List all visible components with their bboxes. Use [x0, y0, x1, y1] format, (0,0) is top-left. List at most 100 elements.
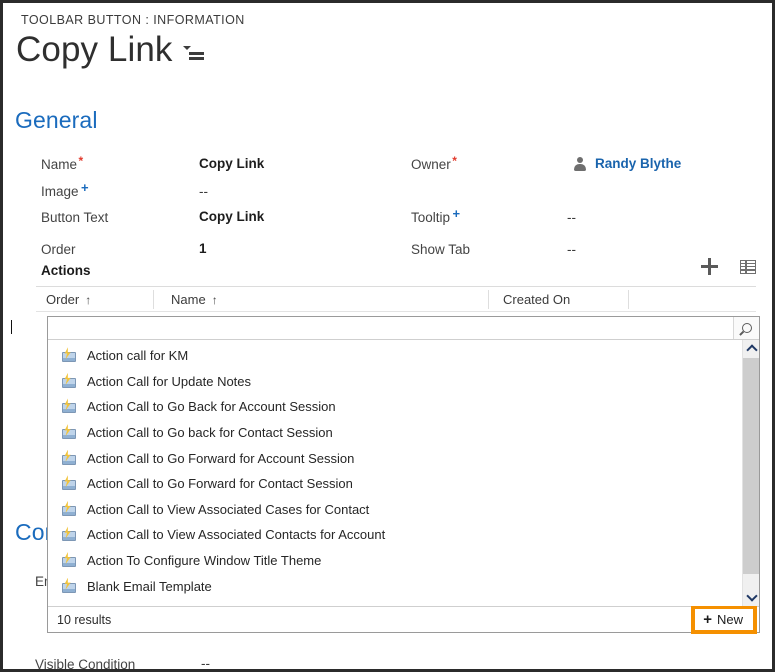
- list-item-label: Action Call to Go back for Contact Sessi…: [87, 425, 333, 441]
- field-value-show-tab[interactable]: --: [567, 242, 576, 257]
- new-button-label: New: [716, 612, 743, 627]
- lookup-results-list: Action call for KM Action Call for Updat…: [48, 340, 759, 606]
- optional-marker: +: [452, 206, 461, 221]
- action-call-icon: [61, 500, 78, 517]
- scroll-up-button[interactable]: [743, 340, 759, 357]
- field-value-owner[interactable]: Randy Blythe: [573, 156, 681, 171]
- list-item[interactable]: Action Call to View Associated Contacts …: [48, 522, 742, 548]
- column-divider: [488, 290, 489, 309]
- lookup-footer: 10 results + New: [48, 605, 759, 634]
- lookup-results-rows: Action call for KM Action Call for Updat…: [48, 340, 742, 606]
- result-count: 10 results: [57, 612, 112, 627]
- column-divider: [153, 290, 154, 309]
- list-item[interactable]: Action Call to Go back for Contact Sessi…: [48, 420, 742, 446]
- field-label-tooltip: Tooltip +: [411, 206, 461, 225]
- lookup-dropdown: Action call for KM Action Call for Updat…: [47, 316, 760, 634]
- search-icon: [739, 320, 754, 336]
- sort-asc-icon: ↑: [85, 292, 92, 307]
- plus-icon: +: [703, 611, 712, 628]
- field-label-order: Order: [41, 242, 76, 257]
- subgrid-column-headers: Order ↑ Name ↑ Created On: [36, 287, 756, 312]
- list-item-label: Blank Email Template: [87, 578, 212, 594]
- field-value-button-text[interactable]: Copy Link: [199, 209, 264, 224]
- list-item[interactable]: Action Call to Go Back for Account Sessi…: [48, 394, 742, 420]
- field-label-visible-condition: Visible Condition: [35, 657, 136, 672]
- search-button[interactable]: [733, 317, 759, 339]
- action-call-icon: [61, 552, 78, 568]
- column-header-created-on[interactable]: Created On: [503, 287, 570, 312]
- list-item[interactable]: Action Call to View Associated Cases for…: [48, 497, 742, 523]
- field-value-order[interactable]: 1: [199, 241, 207, 256]
- field-row-name: Name *: [41, 154, 84, 174]
- action-call-icon: [61, 577, 78, 594]
- record-form: TOOLBAR BUTTON : INFORMATION Copy Link G…: [3, 3, 772, 669]
- lookup-search-input[interactable]: [48, 317, 733, 339]
- form-selector-icon[interactable]: [182, 44, 204, 62]
- list-item-label: Action To Configure Window Title Theme: [87, 553, 322, 569]
- list-item[interactable]: Blank Email Template: [48, 573, 742, 599]
- list-item-label: Action Call for Update Notes: [87, 373, 252, 389]
- field-label-owner: Owner *: [411, 154, 457, 172]
- breadcrumb: TOOLBAR BUTTON : INFORMATION: [21, 13, 245, 27]
- action-call-icon: [61, 449, 78, 466]
- lookup-search-row: [48, 317, 759, 340]
- required-marker: *: [452, 154, 457, 168]
- section-header-general: General: [15, 107, 98, 133]
- field-label-image: Image +: [41, 180, 89, 199]
- plus-icon[interactable]: [701, 258, 718, 275]
- field-row-order: Order: [41, 241, 76, 259]
- column-divider: [628, 290, 629, 309]
- subgrid-toolbar: [701, 258, 756, 275]
- lookup-scrollbar[interactable]: [742, 340, 759, 606]
- list-item-label: Action call for KM: [87, 348, 189, 364]
- page-title: Copy Link: [16, 30, 173, 69]
- required-marker: *: [78, 154, 84, 168]
- list-item-label: Action Call to View Associated Cases for…: [87, 501, 370, 517]
- list-item[interactable]: Action Call for Update Notes: [48, 369, 742, 395]
- action-call-icon: [61, 347, 78, 363]
- field-label-name: Name *: [41, 154, 84, 172]
- subgrid-title-actions: Actions: [41, 263, 91, 278]
- list-item-label: Action Call to Go Forward for Account Se…: [87, 450, 355, 466]
- field-value-visible-condition[interactable]: --: [201, 656, 210, 669]
- field-row-button-text: Button Text: [41, 209, 108, 227]
- scroll-down-button[interactable]: [743, 589, 759, 606]
- owner-name-link[interactable]: Randy Blythe: [595, 156, 681, 171]
- chevron-up-icon: [745, 344, 758, 356]
- action-call-icon: [61, 475, 78, 491]
- chart-icon[interactable]: [740, 259, 756, 274]
- field-row-owner: Owner *: [411, 154, 457, 174]
- app-window: TOOLBAR BUTTON : INFORMATION Copy Link G…: [0, 0, 775, 672]
- new-button-highlight: + New: [691, 605, 757, 634]
- list-item-label: Action Call to Go Forward for Contact Se…: [87, 476, 353, 492]
- lookup-more-records-row: Look Up More Records: [48, 599, 742, 606]
- field-value-image[interactable]: --: [199, 184, 208, 199]
- action-call-icon: [61, 424, 78, 440]
- field-label-button-text: Button Text: [41, 210, 109, 225]
- user-avatar-icon: [573, 156, 586, 171]
- sort-asc-icon: ↑: [211, 292, 218, 307]
- record-header: Copy Link: [16, 29, 204, 71]
- new-button[interactable]: + New: [696, 610, 752, 629]
- text-cursor: [11, 320, 12, 334]
- field-row-show-tab: Show Tab: [411, 241, 470, 259]
- list-item[interactable]: Action To Configure Window Title Theme: [48, 548, 742, 574]
- field-value-name[interactable]: Copy Link: [199, 156, 264, 171]
- list-item[interactable]: Action Call to Go Forward for Contact Se…: [48, 471, 742, 497]
- field-label-show-tab: Show Tab: [411, 242, 471, 257]
- field-value-tooltip[interactable]: --: [567, 210, 576, 225]
- field-row-image: Image +: [41, 180, 89, 201]
- action-call-icon: [61, 372, 78, 389]
- optional-marker: +: [81, 180, 89, 195]
- field-row-tooltip: Tooltip +: [411, 206, 461, 227]
- list-item-label: Action Call to Go Back for Account Sessi…: [87, 399, 336, 415]
- column-header-name[interactable]: Name ↑: [171, 287, 218, 312]
- list-item[interactable]: Action call for KM: [48, 343, 742, 369]
- subgrid-header-underline: [36, 311, 756, 312]
- action-call-icon: [61, 526, 78, 542]
- list-item-label: Action Call to View Associated Contacts …: [87, 527, 386, 543]
- column-header-order[interactable]: Order ↑: [46, 287, 91, 312]
- list-item[interactable]: Action Call to Go Forward for Account Se…: [48, 445, 742, 471]
- scrollbar-thumb[interactable]: [743, 358, 759, 574]
- action-call-icon: [61, 398, 78, 414]
